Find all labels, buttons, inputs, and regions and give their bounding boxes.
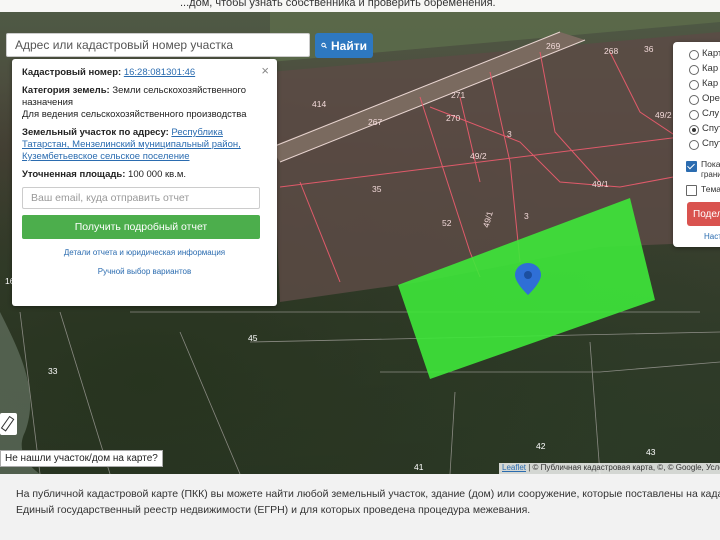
plot-label: 49/2 bbox=[470, 151, 487, 161]
not-found-button[interactable]: Не нашли участок/дом на карте? bbox=[0, 450, 163, 467]
parcel-info-panel: × Кадастровый номер: 16:28:081301:46 Кат… bbox=[12, 59, 277, 306]
plot-label: 45 bbox=[248, 333, 258, 343]
plot-label: 41 bbox=[414, 462, 424, 472]
search-icon bbox=[321, 42, 327, 49]
map-attribution: Leaflet | © Публичная кадастровая карта,… bbox=[499, 463, 720, 474]
cadastral-number-link[interactable]: 16:28:081301:46 bbox=[124, 67, 195, 78]
plot-label: 49/1 bbox=[592, 179, 609, 189]
footer-line-1: На публичной кадастровой карте (ПКК) вы … bbox=[16, 488, 720, 500]
layer-option: Кар bbox=[702, 63, 719, 74]
layer-option: Кар bbox=[702, 78, 719, 89]
show-borders-checkbox[interactable] bbox=[686, 161, 697, 172]
plot-label: 52 bbox=[442, 218, 452, 228]
checkbox-label: Темат bbox=[701, 184, 720, 194]
usage-value: Для ведения сельскохозяйственного произв… bbox=[22, 109, 247, 120]
page-header-fragment: ...дом, чтобы узнать собственника и пров… bbox=[0, 0, 720, 12]
checkbox-label: Показ bbox=[701, 159, 720, 169]
layer-radio[interactable] bbox=[689, 110, 699, 120]
report-details-link[interactable]: Детали отчета и юридическая информация bbox=[22, 248, 267, 257]
close-icon[interactable]: × bbox=[261, 63, 269, 78]
plot-label: 414 bbox=[312, 99, 326, 109]
search-button-label: Найти bbox=[331, 38, 367, 53]
leaflet-link[interactable]: Leaflet bbox=[502, 463, 526, 472]
layer-option: Орео bbox=[702, 93, 720, 104]
plot-label: 267 bbox=[368, 117, 382, 127]
attribution-text: | © Публичная кадастровая карта, ©, © Go… bbox=[526, 463, 720, 472]
search-button[interactable]: Найти bbox=[315, 33, 373, 58]
footer-line-2: Единый государственный реестр недвижимос… bbox=[16, 504, 531, 516]
layers-panel: Карт Кар Кар Орео Слу Спут Спут Показ гр… bbox=[673, 42, 720, 247]
address-label: Земельный участок по адресу: bbox=[22, 127, 169, 138]
plot-label: 3 bbox=[507, 129, 512, 139]
plot-label: 42 bbox=[536, 441, 546, 451]
category-row: Категория земель: Земли сельскохозяйстве… bbox=[22, 85, 267, 121]
manual-select-link[interactable]: Ручной выбор вариантов bbox=[22, 267, 267, 276]
layer-radio[interactable] bbox=[689, 65, 699, 75]
plot-label: 268 bbox=[604, 46, 618, 56]
layer-radio[interactable] bbox=[689, 50, 699, 60]
layer-option: Спут bbox=[702, 138, 720, 149]
footer-description: На публичной кадастровой карте (ПКК) вы … bbox=[0, 474, 720, 540]
layer-option: Слу bbox=[702, 108, 720, 119]
area-row: Уточненная площадь: 100 000 кв.м. bbox=[22, 169, 267, 181]
area-label: Уточненная площадь: bbox=[22, 169, 126, 180]
plot-label: 35 bbox=[372, 184, 382, 194]
category-label: Категория земель: bbox=[22, 85, 110, 96]
ruler-tool[interactable] bbox=[0, 413, 17, 435]
plot-label: 271 bbox=[451, 90, 465, 100]
checkbox-label-2: грани bbox=[701, 170, 720, 179]
plot-label: 43 bbox=[646, 447, 656, 457]
get-report-button[interactable]: Получить подробный отчет bbox=[22, 215, 260, 239]
plot-label: 269 bbox=[546, 41, 560, 51]
plot-label: 36 bbox=[644, 44, 654, 54]
plot-label: 3 bbox=[524, 211, 529, 221]
email-input[interactable]: Ваш email, куда отправить отчет bbox=[22, 187, 260, 209]
cadastral-row: Кадастровый номер: 16:28:081301:46 bbox=[22, 67, 267, 79]
plot-label: 33 bbox=[48, 366, 58, 376]
layer-radio[interactable] bbox=[689, 140, 699, 150]
plot-label: 270 bbox=[446, 113, 460, 123]
header-text: ...дом, чтобы узнать собственника и пров… bbox=[180, 0, 496, 9]
settings-link[interactable]: Наст bbox=[704, 232, 720, 241]
ruler-icon bbox=[0, 415, 15, 432]
layer-radio-selected[interactable] bbox=[689, 125, 699, 135]
layer-radio[interactable] bbox=[689, 80, 699, 90]
layer-option: Спут bbox=[702, 123, 720, 134]
share-button[interactable]: Подел bbox=[687, 202, 720, 226]
area-value: 100 000 кв.м. bbox=[128, 169, 187, 180]
plot-label: 49/2 bbox=[655, 110, 672, 120]
thematic-checkbox[interactable] bbox=[686, 185, 697, 196]
cadastral-label: Кадастровый номер: bbox=[22, 67, 122, 78]
search-input[interactable]: Адрес или кадастровый номер участка bbox=[6, 33, 310, 57]
address-row: Земельный участок по адресу: Республика … bbox=[22, 127, 267, 163]
layer-option: Карт bbox=[702, 48, 720, 59]
layer-radio[interactable] bbox=[689, 95, 699, 105]
